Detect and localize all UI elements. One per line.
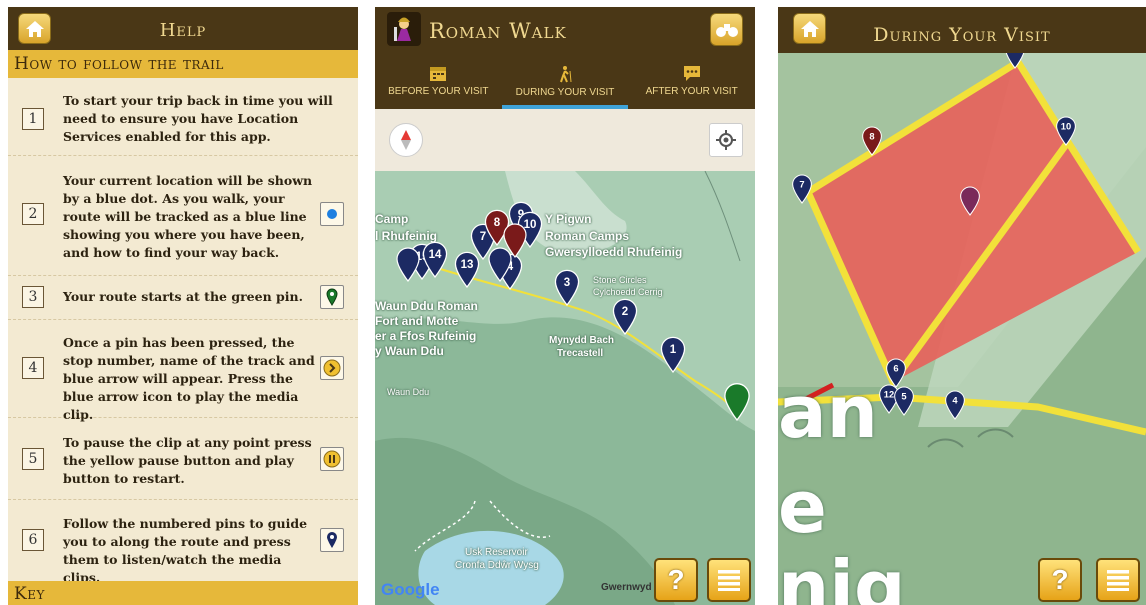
list-button[interactable] <box>707 558 751 602</box>
map-pin[interactable]: 3 <box>554 269 580 307</box>
help-step-4: 4 Once a pin has been pressed, the stop … <box>8 320 358 422</box>
svg-text:6: 6 <box>893 364 898 374</box>
svg-text:3: 3 <box>564 277 570 289</box>
question-icon: ? <box>1051 564 1069 595</box>
roman-walk-title: Roman Walk <box>429 19 567 43</box>
map-control-bar <box>375 109 755 171</box>
svg-text:4: 4 <box>952 396 958 406</box>
step-text: Follow the numbered pins to guide you to… <box>63 516 308 585</box>
list-button[interactable] <box>1096 558 1140 602</box>
tab-label: DURING YOUR VISIT <box>515 86 615 98</box>
calendar-icon <box>430 67 447 81</box>
help-step-3: 3 Your route starts at the green pin. <box>8 276 358 320</box>
svg-text:13: 13 <box>461 259 474 271</box>
zoomed-map[interactable]: 9810761254 <box>778 7 1146 605</box>
help-step-1: 1 To start your trip back in time you wi… <box>8 78 358 156</box>
help-step-5: 5 To pause the clip at any point press t… <box>8 418 358 500</box>
map-label: nig <box>778 545 906 605</box>
compass-icon <box>401 130 411 150</box>
question-icon: ? <box>667 564 685 595</box>
list-icon <box>718 570 740 591</box>
home-icon <box>800 20 819 37</box>
step-text: Your current location will be shown by a… <box>63 173 313 260</box>
binoculars-button[interactable] <box>710 13 743 46</box>
map-pin[interactable] <box>396 247 420 282</box>
chat-icon <box>683 66 700 81</box>
step-number: 3 <box>22 286 44 308</box>
step-number: 1 <box>22 108 44 130</box>
svg-text:12: 12 <box>884 390 894 400</box>
roman-walk-panel: Camp l Rhufeinig Y Pigwn Roman Camps Gwe… <box>375 7 755 605</box>
crosshair-icon <box>716 130 736 150</box>
during-your-visit-panel: 9810761254 an e nig During Your Visit ? <box>778 7 1146 605</box>
help-panel: Help How to follow the trail 1 To start … <box>8 7 358 605</box>
tab-after-your-visit[interactable]: AFTER YOUR VISIT <box>628 53 755 109</box>
step-number: 2 <box>22 203 44 225</box>
blue-dot-icon <box>320 202 344 226</box>
step-number: 4 <box>22 357 44 379</box>
blue-pin-icon <box>320 528 344 552</box>
help-button[interactable]: ? <box>1038 558 1082 602</box>
green-pin-icon <box>320 285 344 309</box>
svg-text:8: 8 <box>494 217 501 229</box>
section-title: How to follow the trail <box>8 50 358 78</box>
svg-text:10: 10 <box>524 219 537 231</box>
svg-text:14: 14 <box>429 249 442 261</box>
step-text: Your route starts at the green pin. <box>63 289 303 304</box>
roman-soldier-logo <box>387 12 421 46</box>
map-pin[interactable] <box>724 383 750 422</box>
visit-tabs: BEFORE YOUR VISIT DURING YOUR VISIT AFTE… <box>375 53 755 109</box>
svg-text:1: 1 <box>670 344 677 356</box>
map-pin[interactable]: 1 <box>660 336 686 374</box>
map-label: e <box>778 465 827 549</box>
help-step-6: 6 Follow the numbered pins to guide you … <box>8 500 358 585</box>
help-button[interactable]: ? <box>654 558 698 602</box>
svg-text:8: 8 <box>869 132 874 142</box>
key-section-title: Key <box>8 581 358 605</box>
help-title-bar: Help <box>8 7 358 53</box>
home-button[interactable] <box>793 13 826 44</box>
svg-text:7: 7 <box>480 231 486 243</box>
binoculars-icon <box>715 23 738 37</box>
home-icon <box>25 20 44 37</box>
list-icon <box>1107 570 1129 591</box>
svg-text:5: 5 <box>901 392 906 402</box>
map-pin[interactable]: 2 <box>612 298 638 336</box>
help-title: Help <box>159 19 207 41</box>
home-button[interactable] <box>18 13 51 44</box>
tab-before-your-visit[interactable]: BEFORE YOUR VISIT <box>375 53 502 109</box>
hiker-icon <box>560 65 572 82</box>
help-step-2: 2 Your current location will be shown by… <box>8 156 358 276</box>
map-pin[interactable]: 13 <box>454 251 480 289</box>
step-text: To start your trip back in time you will… <box>63 93 333 144</box>
tab-label: AFTER YOUR VISIT <box>645 86 738 97</box>
step-number: 5 <box>22 448 44 470</box>
during-visit-title-bar: During Your Visit <box>778 7 1146 53</box>
svg-text:10: 10 <box>1061 122 1071 132</box>
soldier-icon <box>394 17 411 41</box>
svg-text:7: 7 <box>799 180 804 190</box>
arrow-play-icon <box>320 356 344 380</box>
during-visit-title: During Your Visit <box>873 24 1051 46</box>
roman-walk-title-bar: Roman Walk <box>375 7 755 53</box>
tab-during-your-visit[interactable]: DURING YOUR VISIT <box>501 53 629 109</box>
tab-label: BEFORE YOUR VISIT <box>388 86 489 97</box>
pause-icon <box>320 447 344 471</box>
compass-button[interactable] <box>389 123 423 157</box>
step-text: Once a pin has been pressed, the stop nu… <box>63 335 315 422</box>
step-number: 6 <box>22 529 44 551</box>
map-label: an <box>778 370 878 454</box>
my-location-button[interactable] <box>709 123 743 157</box>
svg-text:2: 2 <box>622 306 628 318</box>
step-text: To pause the clip at any point press the… <box>63 435 312 486</box>
